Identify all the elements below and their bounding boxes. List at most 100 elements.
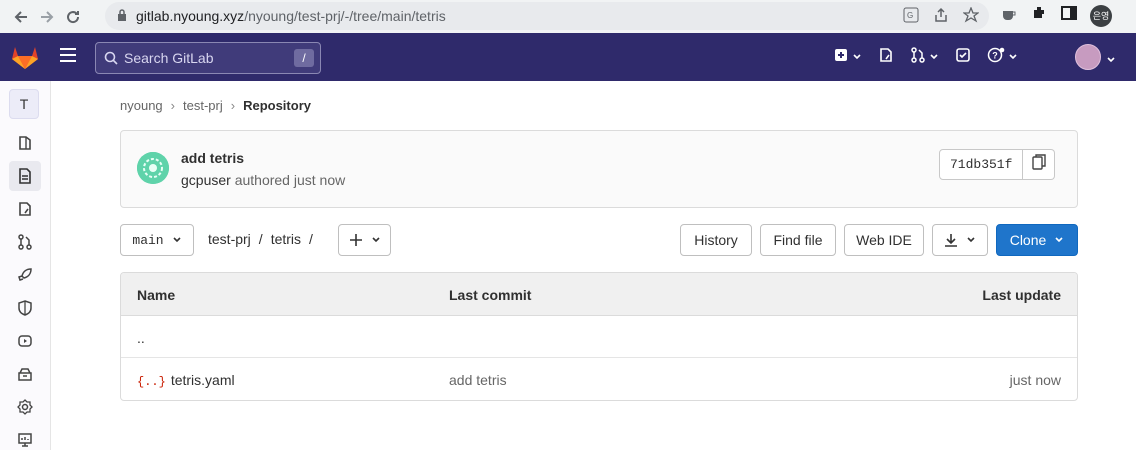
project-sidebar: T [0, 81, 51, 450]
commit-meta: gcpuser authored just now [181, 172, 345, 188]
translate-icon[interactable]: G [903, 7, 919, 26]
breadcrumb-item-namespace[interactable]: nyoung [120, 98, 163, 113]
repository-icon[interactable] [9, 161, 41, 191]
yaml-file-icon: {..} [137, 375, 166, 389]
todos-button[interactable] [955, 47, 971, 68]
issues-button[interactable] [878, 47, 894, 68]
merge-requests-icon[interactable] [9, 227, 41, 257]
chevron-down-icon [371, 235, 381, 245]
url-host: gitlab.nyoung.xyz [136, 8, 245, 24]
pipelines-icon[interactable] [9, 326, 41, 356]
main-content: nyoung › test-prj › Repository add tetri… [52, 81, 1136, 450]
file-path: test-prj / tetris / [208, 231, 321, 247]
table-row-parent[interactable]: .. [121, 316, 1077, 358]
security-icon[interactable] [9, 293, 41, 323]
packages-icon[interactable] [9, 359, 41, 389]
path-separator: / [309, 231, 313, 247]
todo-check-icon [955, 47, 971, 68]
chevron-down-icon [1054, 235, 1064, 245]
download-button[interactable] [932, 224, 988, 256]
reload-icon[interactable] [60, 4, 86, 30]
project-overview-icon[interactable] [9, 128, 41, 158]
gitlab-logo-icon[interactable] [11, 44, 39, 75]
plus-square-icon [833, 47, 849, 68]
parent-directory-link[interactable]: .. [137, 330, 145, 346]
chevron-down-icon [172, 235, 182, 245]
search-input[interactable]: Search GitLab / [95, 42, 321, 74]
table-header: Name Last commit Last update [121, 273, 1077, 316]
clone-button[interactable]: Clone [996, 224, 1078, 256]
address-bar[interactable]: gitlab.nyoung.xyz/nyoung/test-prj/-/tree… [105, 2, 989, 30]
file-name-cell[interactable]: {..} tetris.yaml [137, 372, 235, 389]
branch-selector[interactable]: main [120, 224, 194, 256]
column-name-header: Name [137, 287, 176, 303]
breadcrumb-separator: › [230, 98, 236, 113]
chevron-down-icon [929, 49, 939, 67]
menu-icon[interactable] [59, 47, 77, 68]
file-name[interactable]: tetris.yaml [171, 372, 235, 388]
last-commit-panel: add tetris gcpuser authored just now 71d… [120, 130, 1078, 208]
issues-icon [878, 47, 894, 68]
file-last-commit[interactable]: add tetris [449, 372, 507, 388]
coffee-extension-icon[interactable] [1000, 4, 1018, 27]
path-segment-project[interactable]: test-prj [208, 231, 251, 247]
plus-icon [349, 233, 363, 247]
commit-author[interactable]: gcpuser [181, 172, 231, 188]
extensions-icon[interactable] [1030, 4, 1048, 27]
chevron-down-icon [1008, 49, 1018, 67]
user-avatar[interactable] [1075, 44, 1101, 70]
path-separator: / [258, 231, 263, 247]
history-button[interactable]: History [680, 224, 752, 256]
table-row[interactable]: {..} tetris.yaml add tetris just now [121, 358, 1077, 400]
breadcrumb-separator: › [170, 98, 175, 113]
file-last-update: just now [1009, 372, 1061, 388]
clone-label: Clone [1009, 232, 1047, 248]
monitor-icon[interactable] [9, 425, 41, 455]
issues-icon[interactable] [9, 194, 41, 224]
copy-sha-button[interactable] [1023, 149, 1056, 180]
file-tree-table: Name Last commit Last update .. {..} tetr… [120, 272, 1078, 401]
chevron-down-icon [966, 235, 976, 245]
settings-icon[interactable] [9, 392, 41, 422]
search-icon [104, 51, 118, 65]
back-icon[interactable] [8, 4, 34, 30]
svg-text:G: G [907, 11, 913, 20]
browser-toolbar: gitlab.nyoung.xyz/nyoung/test-prj/-/tree… [0, 0, 1136, 33]
share-icon[interactable] [933, 7, 949, 26]
project-avatar[interactable]: T [9, 89, 39, 119]
help-icon: ? [987, 47, 1005, 68]
create-new-button[interactable] [833, 47, 862, 68]
download-icon [944, 233, 958, 247]
sidepanel-icon[interactable] [1060, 4, 1078, 27]
deployments-icon[interactable] [9, 260, 41, 290]
commit-title[interactable]: add tetris [181, 150, 244, 166]
add-to-tree-button[interactable] [338, 224, 391, 256]
web-ide-button[interactable]: Web IDE [844, 224, 924, 256]
profile-avatar[interactable]: 은영 [1090, 4, 1112, 27]
column-last-commit-header: Last commit [449, 287, 532, 303]
path-segment-folder[interactable]: tetris [271, 231, 301, 247]
forward-icon[interactable] [34, 4, 60, 30]
chevron-down-icon [852, 49, 862, 67]
copy-icon [1032, 154, 1046, 175]
commit-author-avatar[interactable] [137, 152, 169, 184]
merge-request-icon [910, 47, 926, 68]
gitlab-header: Search GitLab / ? [0, 33, 1136, 81]
chevron-down-icon[interactable] [1106, 52, 1116, 70]
commit-meta-suffix: authored just now [234, 172, 346, 188]
find-file-button[interactable]: Find file [760, 224, 836, 256]
svg-text:?: ? [992, 51, 998, 61]
bookmark-star-icon[interactable] [962, 6, 980, 26]
search-shortcut-badge: / [294, 49, 314, 67]
merge-requests-button[interactable] [910, 47, 939, 68]
column-last-update-header: Last update [982, 287, 1061, 303]
breadcrumb-current[interactable]: Repository [243, 98, 311, 113]
search-placeholder: Search GitLab [124, 50, 214, 66]
breadcrumb-item-project[interactable]: test-prj [183, 98, 223, 113]
repo-toolbar: main test-prj / tetris / History Find fi… [120, 224, 1078, 256]
commit-sha-button[interactable]: 71db351f [939, 149, 1024, 180]
url-path: /nyoung/test-prj/-/tree/main/tetris [244, 8, 446, 24]
help-button[interactable]: ? [987, 47, 1018, 68]
breadcrumb: nyoung › test-prj › Repository [120, 98, 311, 113]
branch-name: main [132, 232, 164, 248]
